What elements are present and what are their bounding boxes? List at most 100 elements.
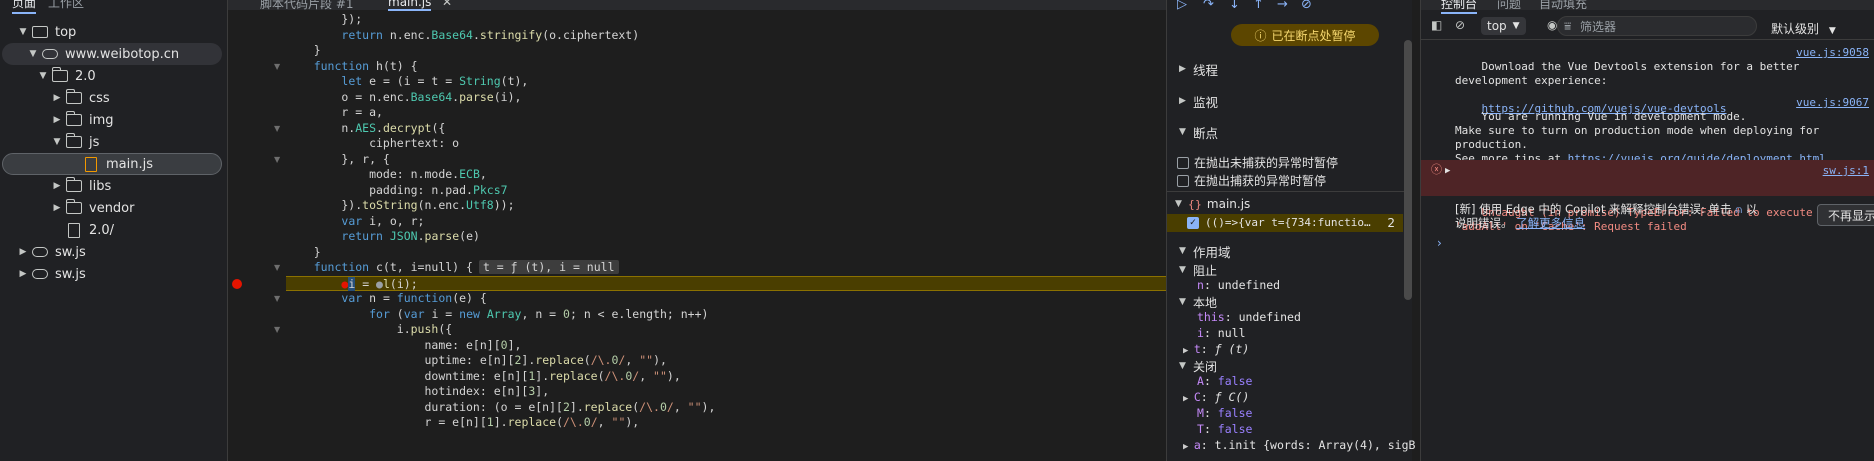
tab-issues[interactable]: 问题 [1497,0,1521,12]
code-line[interactable]: duration: (o = e[n][2].replace(/\.0/, ""… [286,400,715,416]
code-line[interactable]: name: e[n][0], [286,338,521,354]
code-line[interactable]: padding: n.pad.Pkcs7 [286,183,507,199]
context-select[interactable]: top ▼ [1481,17,1526,35]
scope-variable[interactable]: this: undefined [1197,310,1301,324]
scope-local[interactable]: ▼ 本地 [1167,294,1411,310]
bp-file-row[interactable]: ▼ {} main.js [1175,197,1250,211]
fold-icon[interactable]: ▼ [274,263,282,272]
breakpoint-entry[interactable]: ✓ (()=>{var t={734:functio… 2 [1167,214,1403,232]
code-line[interactable]: n.AES.decrypt({ [286,121,445,137]
code-line[interactable]: } [286,245,321,261]
code-line[interactable]: function h(t) { [286,59,418,75]
code-lines[interactable]: }); return n.enc.Base64.stringify(o.ciph… [286,10,1166,461]
code-line[interactable]: for (var i = new Array, n = 0; n < e.len… [286,307,708,323]
chevron-right-icon[interactable]: ▶ [52,181,62,191]
scope-variable[interactable]: ▶ a: t.init {words: Array(4), sigB [1183,438,1415,452]
clear-console-icon[interactable]: ⊘ [1455,18,1465,32]
tree-item[interactable]: ▶ sw.js [0,241,227,263]
code-line[interactable]: } [286,43,321,59]
tree-item[interactable]: ▼ js [0,131,227,153]
scope-variable[interactable]: T: false [1197,422,1252,436]
tree-item[interactable]: ▶ img [0,109,227,131]
code-line[interactable]: return n.enc.Base64.stringify(o.cipherte… [286,28,639,44]
code-line[interactable]: uptime: e[n][2].replace(/\.0/, ""), [286,353,666,369]
source-link[interactable]: vue.js:9067 [1796,96,1869,110]
tree-item[interactable]: ▼ top [0,21,227,43]
fold-icon[interactable]: ▼ [274,294,282,303]
expand-arrow-icon[interactable]: ▶ [1445,164,1450,178]
tree-item[interactable]: ▶ vendor [0,197,227,219]
eye-icon[interactable]: ◉ [1547,18,1557,32]
sidebar-toggle-icon[interactable]: ◧ [1431,18,1442,32]
deactivate-breakpoints-icon[interactable]: ⊘ [1301,0,1312,12]
step-into-icon[interactable]: ↓ [1229,0,1240,12]
scope-closure[interactable]: ▼ 关闭 [1167,358,1411,374]
breakpoint-icon[interactable] [232,278,242,289]
tree-item[interactable]: ▼ 2.0 [0,65,227,87]
fold-icon[interactable]: ▼ [274,62,282,71]
code-line[interactable]: var i, o, r; [286,214,424,230]
code-line[interactable]: var n = function(e) { [286,291,486,307]
fold-icon[interactable]: ▼ [274,325,282,334]
scope-variable[interactable]: n: undefined [1197,278,1280,292]
code-line[interactable]: return JSON.parse(e) [286,229,480,245]
scope-block[interactable]: ▼ 阻止 [1167,262,1411,278]
chevron-right-icon[interactable]: ▶ [18,269,28,279]
chevron-right-icon[interactable]: ▶ [52,203,62,213]
tree-item[interactable]: main.js [2,153,222,175]
scope-variable[interactable]: ▶ C: ƒ C() [1183,390,1249,404]
step-out-icon[interactable]: ↑ [1253,0,1264,12]
step-over-icon[interactable]: ↷ [1203,0,1214,12]
checkbox[interactable] [1177,156,1189,169]
close-icon[interactable]: ✕ [442,0,452,9]
tree-item[interactable]: ▶ sw.js [0,263,227,285]
pause-uncaught-row[interactable]: 在抛出未捕获的异常时暂停 [1177,154,1338,171]
pause-caught-row[interactable]: 在抛出捕获的异常时暂停 [1177,172,1326,189]
chevron-right-icon[interactable]: ▶ [52,115,62,125]
chevron-right-icon[interactable]: ▶ [1183,346,1194,356]
breakpoint-checkbox[interactable]: ✓ [1187,217,1199,229]
chevron-down-icon[interactable]: ▼ [28,49,38,59]
section-watch[interactable]: ▶ 监视 [1167,90,1411,112]
source-link[interactable]: vue.js:9058 [1796,46,1869,60]
chevron-down-icon[interactable]: ▼ [38,71,48,81]
tab-page[interactable]: 页面 [12,0,37,14]
tree-item[interactable]: ▶ css [0,87,227,109]
code-line[interactable]: }, r, { [286,152,389,168]
tree-item[interactable]: ▶ libs [0,175,227,197]
source-link[interactable]: sw.js:1 [1823,164,1869,178]
scrollbar[interactable] [1404,40,1412,300]
fold-icon[interactable]: ▼ [274,155,282,164]
chevron-down-icon[interactable]: ▼ [18,27,28,37]
code-line[interactable]: r = a, [286,105,383,121]
section-breakpoints[interactable]: ▼ 断点 [1167,121,1411,143]
checkbox[interactable] [1177,174,1189,187]
tab-autofill[interactable]: 自动填充 [1539,0,1587,12]
chevron-right-icon[interactable]: ▶ [1183,442,1194,452]
scope-variable[interactable]: A: false [1197,374,1252,388]
tree-item[interactable]: ▼ www.weibotop.cn [2,43,222,65]
section-threads[interactable]: ▶ 线程 [1167,58,1411,80]
code-line[interactable]: }).toString(n.enc.Utf8)); [286,198,514,214]
chevron-down-icon[interactable]: ▼ [52,137,62,147]
code-line[interactable]: function c(t, i=null) {t = ƒ (t), i = nu… [286,260,619,276]
filter-input[interactable]: ⩸ 筛选器 [1557,16,1757,36]
code-line[interactable]: o = n.enc.Base64.parse(i), [286,90,521,106]
step-icon[interactable]: → [1277,0,1288,12]
code-line[interactable]: i.push({ [286,322,452,338]
tab-workspace[interactable]: 工作区 [48,0,84,11]
tree-item[interactable]: 2.0/ [0,219,227,241]
learn-more-link[interactable]: 了解更多信息 [1516,216,1585,230]
code-line[interactable]: downtime: e[n][1].replace(/\.0/, ""), [286,369,680,385]
resume-icon[interactable]: ▷ [1177,0,1187,12]
fold-icon[interactable]: ▼ [274,124,282,133]
code-line[interactable]: ciphertext: o [286,136,459,152]
dont-show-again-button[interactable]: 不再显示 [1817,204,1874,226]
paused-code-line[interactable]: ●i = ●l(i); [286,275,1166,291]
code-line[interactable]: let e = (i = t = String(t), [286,74,528,90]
chevron-right-icon[interactable]: ▶ [52,93,62,103]
code-line[interactable]: hotindex: e[n][3], [286,384,549,400]
log-levels-dropdown[interactable]: 默认级别 ▼ [1771,20,1836,37]
chevron-right-icon[interactable]: ▶ [18,247,28,257]
scope-variable[interactable]: i: null [1197,326,1246,340]
